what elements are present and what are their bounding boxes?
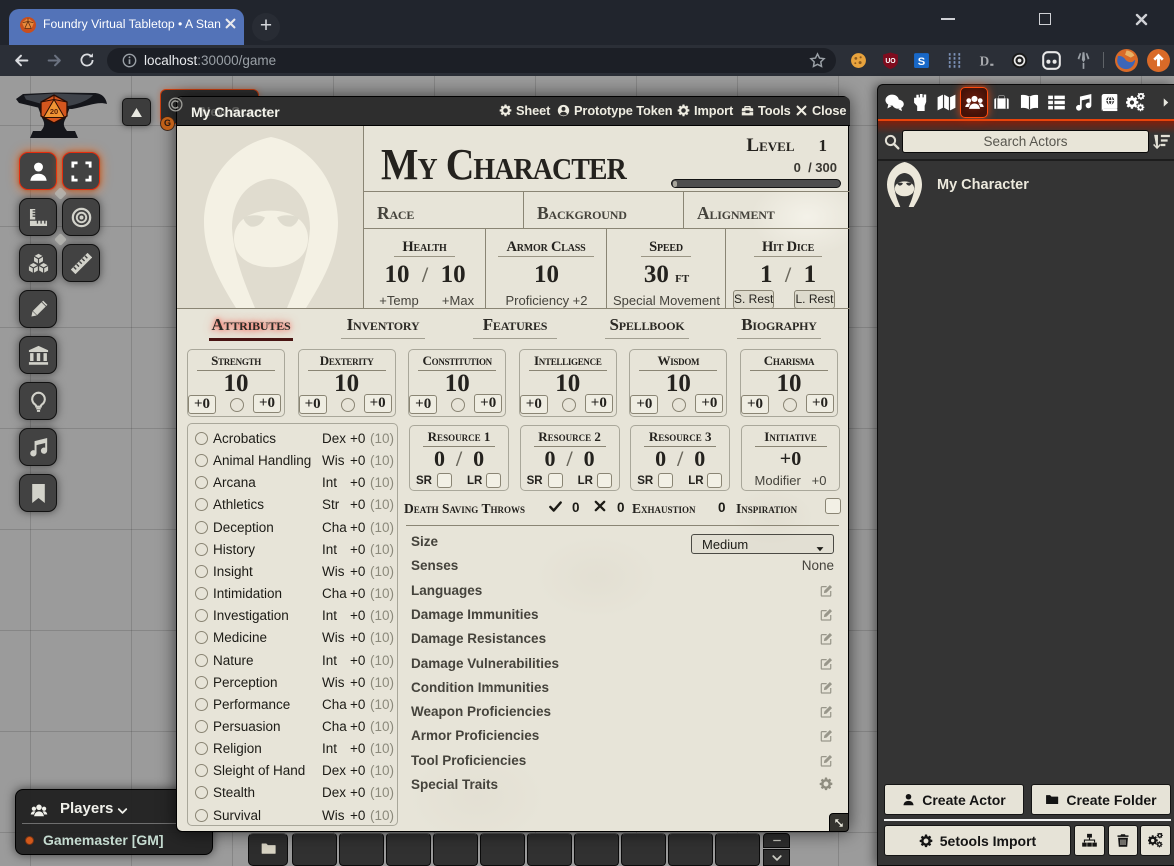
svg-text:20: 20 [50,107,58,116]
svg-text:UO: UO [885,58,896,65]
svg-text:S: S [918,56,925,68]
svg-text:D: D [980,53,990,68]
